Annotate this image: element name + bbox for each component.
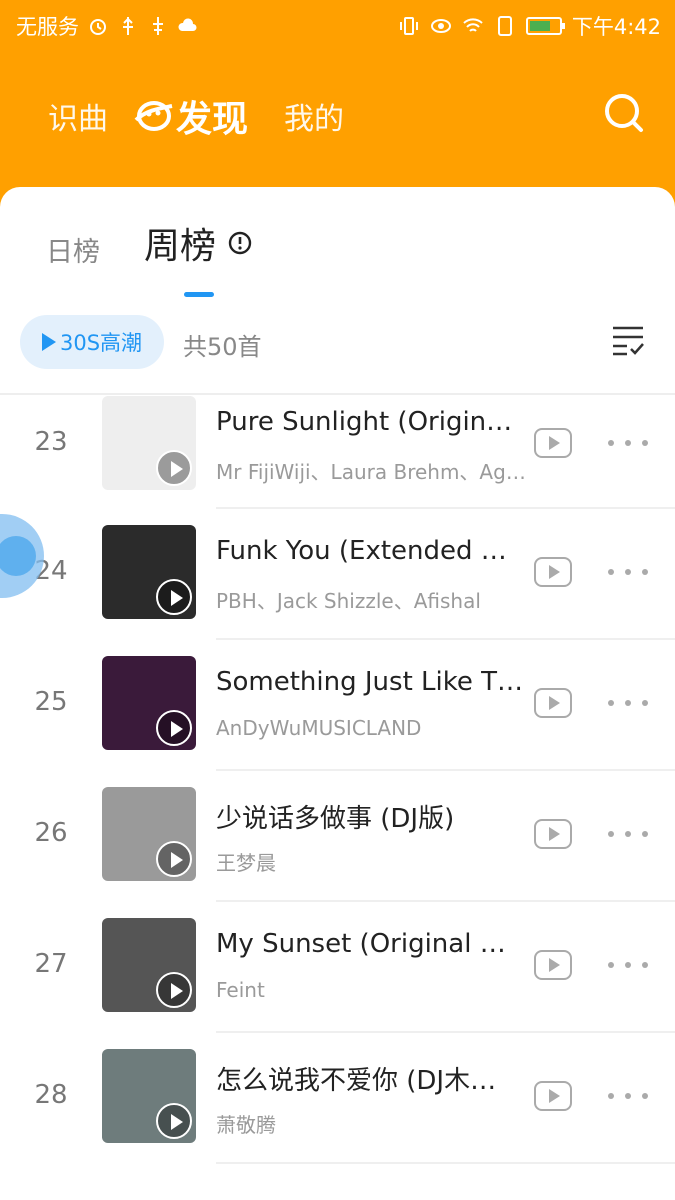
song-row[interactable]: 26 少说话多做事 (DJ版) 王梦晨: [0, 771, 675, 902]
chart-panel: 日榜 周榜 30S高潮 共50首 23 Pure Sunlight (Origi…: [0, 187, 675, 1200]
mv-play-icon[interactable]: [534, 819, 572, 849]
more-options-icon[interactable]: [608, 440, 648, 450]
song-title: Pure Sunlight (Original…: [216, 407, 526, 437]
top-nav: 识曲 发现 我的: [48, 90, 344, 142]
play-overlay-icon[interactable]: [156, 841, 192, 877]
cloud-icon: [178, 18, 197, 31]
mv-play-icon[interactable]: [534, 950, 572, 980]
song-row[interactable]: 23 Pure Sunlight (Original… Mr FijiWiji、…: [0, 395, 675, 509]
play-overlay-icon[interactable]: [156, 972, 192, 1008]
multi-select-icon[interactable]: [611, 323, 645, 357]
song-rank: 23: [34, 427, 68, 457]
mv-play-icon[interactable]: [534, 557, 572, 587]
song-title: My Sunset (Original Mix): [216, 929, 526, 959]
clock: 下午4:42: [571, 15, 661, 39]
tab-daily[interactable]: 日榜: [46, 230, 100, 273]
tab-mine[interactable]: 我的: [284, 94, 344, 138]
more-options-icon[interactable]: [608, 962, 648, 972]
mv-play-icon[interactable]: [534, 1081, 572, 1111]
mv-play-icon[interactable]: [534, 428, 572, 458]
mv-play-icon[interactable]: [534, 688, 572, 718]
active-tab-indicator: [184, 292, 214, 297]
tab-weekly[interactable]: 周榜: [144, 217, 252, 297]
song-title: Something Just Like Th…: [216, 667, 526, 697]
status-bar-right: 下午4:42: [398, 11, 661, 41]
album-cover[interactable]: [102, 787, 196, 881]
song-title: Funk You (Extended Mix): [216, 536, 526, 566]
song-row[interactable]: 24 Funk You (Extended Mix) PBH、Jack Shiz…: [0, 509, 675, 640]
play-overlay-icon[interactable]: [156, 710, 192, 746]
info-icon[interactable]: [228, 231, 252, 255]
song-rank: 27: [34, 949, 68, 979]
album-cover[interactable]: [102, 525, 196, 619]
play-overlay-icon[interactable]: [156, 450, 192, 486]
rank-tabs: 日榜 周榜: [46, 217, 296, 297]
more-options-icon[interactable]: [608, 569, 648, 579]
play-highlights-label: 30S高潮: [59, 331, 143, 355]
more-options-icon[interactable]: [608, 831, 648, 841]
album-cover[interactable]: [102, 656, 196, 750]
album-cover[interactable]: [102, 396, 196, 490]
album-cover[interactable]: [102, 1049, 196, 1143]
row-divider: [216, 1162, 675, 1164]
album-cover[interactable]: [102, 918, 196, 1012]
status-bar: 无服务 下午4:42: [0, 0, 675, 48]
song-rank: 28: [34, 1080, 68, 1110]
song-rank: 25: [34, 687, 68, 717]
carrier-label: 无服务: [16, 15, 79, 39]
sim-icon: [497, 16, 512, 36]
more-options-icon[interactable]: [608, 1093, 648, 1103]
play-highlights-button[interactable]: 30S高潮: [20, 315, 164, 369]
song-artist: PBH、Jack Shizzle、Afishal: [216, 589, 481, 613]
song-artist: 萧敬腾: [216, 1113, 276, 1137]
tab-discover[interactable]: 发现: [134, 90, 248, 142]
vibrate-icon: [399, 17, 418, 35]
song-list: 23 Pure Sunlight (Original… Mr FijiWiji、…: [0, 395, 675, 1164]
discover-logo-icon: [134, 101, 173, 131]
alarm-icon: [90, 19, 106, 35]
tab-weekly-label: 周榜: [144, 226, 217, 267]
more-options-icon[interactable]: [608, 700, 648, 710]
play-overlay-icon[interactable]: [156, 1103, 192, 1139]
play-icon: [41, 333, 56, 351]
list-toolbar: 30S高潮 共50首: [0, 313, 675, 375]
play-overlay-icon[interactable]: [156, 579, 192, 615]
eye-icon: [430, 19, 451, 33]
song-rank: 26: [34, 818, 68, 848]
usb-icon: [123, 17, 133, 35]
status-bar-left: 无服务: [16, 11, 199, 41]
tab-discover-label: 发现: [176, 99, 249, 140]
song-artist: 王梦晨: [216, 851, 276, 875]
wifi-icon: [463, 18, 483, 32]
song-artist: Feint: [216, 978, 265, 1002]
song-count: 共50首: [183, 333, 262, 361]
song-artist: Mr FijiWiji、Laura Brehm、Ag…: [216, 460, 526, 484]
music-note-icon: [0, 536, 36, 576]
usb-debug-icon: [153, 17, 163, 35]
song-title: 少说话多做事 (DJ版): [216, 804, 455, 834]
song-row[interactable]: 28 怎么说我不爱你 (DJ木… 萧敬腾: [0, 1033, 675, 1164]
song-title: 怎么说我不爱你 (DJ木…: [216, 1066, 497, 1096]
battery-icon: [525, 17, 565, 35]
search-icon[interactable]: [603, 92, 645, 134]
app-header: 识曲 发现 我的: [0, 48, 675, 188]
song-artist: AnDyWuMUSICLAND: [216, 716, 422, 740]
song-row[interactable]: 25 Something Just Like Th… AnDyWuMUSICLA…: [0, 640, 675, 771]
tab-recognize[interactable]: 识曲: [48, 94, 108, 138]
song-row[interactable]: 27 My Sunset (Original Mix) Feint: [0, 902, 675, 1033]
